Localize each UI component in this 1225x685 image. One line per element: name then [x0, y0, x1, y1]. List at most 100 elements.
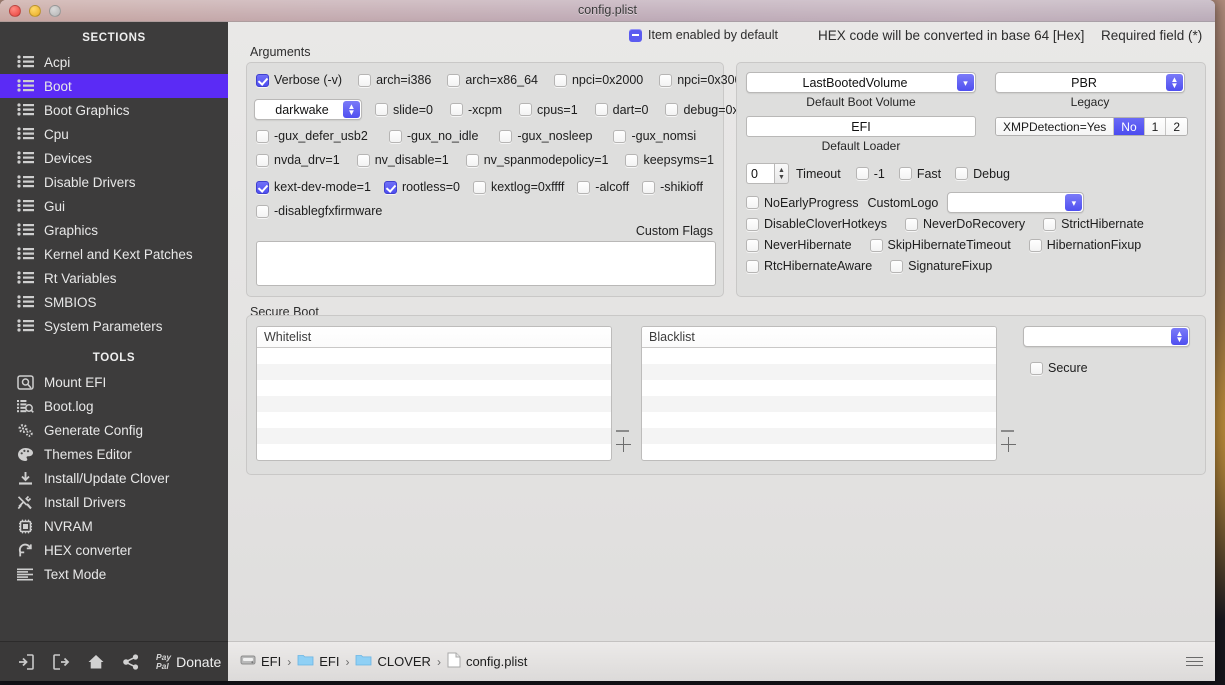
sidebar-item-graphics[interactable]: Graphics — [0, 218, 228, 242]
blacklist-table[interactable]: Blacklist — [641, 326, 997, 461]
checkbox--1[interactable]: -1 — [855, 167, 885, 181]
checkbox-dart-0[interactable]: dart=0 — [594, 103, 648, 117]
checkbox-box[interactable] — [358, 73, 372, 87]
import-icon[interactable] — [8, 647, 43, 677]
checkbox-rtchibernateaware[interactable]: RtcHibernateAware — [746, 259, 872, 273]
checkbox-stricthibernate[interactable]: StrictHibernate — [1043, 217, 1144, 231]
legacy-select[interactable]: PBR ▲ ▼ — [995, 72, 1185, 93]
table-row[interactable] — [257, 348, 611, 364]
sidebar-tool-themes-editor[interactable]: Themes Editor — [0, 442, 228, 466]
checkbox-box[interactable] — [855, 167, 869, 180]
xmp-option-2[interactable]: 2 — [1166, 118, 1188, 135]
breadcrumb-item-efi[interactable]: EFI — [297, 653, 339, 670]
checkbox--disablegfxfirmware[interactable]: -disablegfxfirmware — [256, 204, 382, 218]
sidebar-tool-nvram[interactable]: NVRAM — [0, 514, 228, 538]
table-row[interactable] — [642, 412, 996, 428]
table-row[interactable] — [257, 428, 611, 444]
checkbox-box[interactable] — [625, 153, 639, 167]
checkbox-hibernationfixup[interactable]: HibernationFixup — [1028, 238, 1141, 252]
checkbox--shikioff[interactable]: -shikioff — [642, 180, 703, 194]
table-row[interactable] — [257, 364, 611, 380]
checkbox-box[interactable] — [890, 259, 904, 273]
checkbox-box[interactable] — [1043, 217, 1057, 231]
checkbox-box[interactable] — [256, 180, 269, 194]
checkbox-box[interactable] — [499, 129, 513, 143]
checkbox-box[interactable] — [388, 129, 402, 143]
sidebar-item-system-parameters[interactable]: System Parameters — [0, 314, 228, 338]
checkbox--xcpm[interactable]: -xcpm — [449, 103, 502, 117]
table-row[interactable] — [257, 444, 611, 460]
checkbox-signaturefixup[interactable]: SignatureFixup — [890, 259, 992, 273]
timeout-stepper[interactable]: 0 ▲ ▼ — [746, 163, 789, 184]
default-loader-input[interactable]: EFI — [746, 116, 976, 137]
checkbox-box[interactable] — [898, 167, 912, 180]
checkbox-box[interactable] — [746, 196, 759, 209]
timeout-input[interactable]: 0 — [746, 163, 774, 184]
donate-button[interactable]: Pay Pal Donate — [156, 653, 221, 670]
checkbox-nv-disable-1[interactable]: nv_disable=1 — [356, 153, 449, 167]
chevron-updown-icon[interactable]: ▲ ▼ — [1171, 328, 1188, 345]
checkbox-cpus-1[interactable]: cpus=1 — [519, 103, 578, 117]
home-icon[interactable] — [78, 647, 113, 677]
custom-logo-select[interactable]: ▾ — [947, 192, 1085, 213]
checkbox-box[interactable] — [869, 238, 883, 252]
sidebar-item-gui[interactable]: Gui — [0, 194, 228, 218]
sidebar-item-devices[interactable]: Devices — [0, 146, 228, 170]
table-row[interactable] — [642, 444, 996, 460]
checkbox-box[interactable] — [1028, 238, 1042, 252]
remove-icon[interactable] — [1001, 430, 1014, 432]
checkbox-noearlyprogress[interactable]: NoEarlyProgress — [746, 196, 858, 210]
checkbox-box[interactable] — [594, 103, 608, 116]
xmp-option-xmpdetection-yes[interactable]: XMPDetection=Yes — [996, 118, 1115, 135]
checkbox-box[interactable] — [375, 103, 388, 116]
whitelist-table[interactable]: Whitelist — [256, 326, 612, 461]
sidebar-tool-boot-log[interactable]: Boot.log — [0, 394, 228, 418]
checkbox-box[interactable] — [256, 204, 269, 218]
checkbox-box[interactable] — [256, 153, 269, 167]
checkbox-box[interactable] — [746, 217, 759, 231]
checkbox-box[interactable] — [665, 103, 679, 116]
sidebar-tool-mount-efi[interactable]: Mount EFI — [0, 370, 228, 394]
breadcrumb-item-config-plist[interactable]: config.plist — [447, 652, 527, 671]
breadcrumb-item-efi[interactable]: EFI — [240, 653, 281, 670]
checkbox-kextlog-0xffff[interactable]: kextlog=0xffff — [472, 180, 564, 194]
checkbox-debug[interactable]: Debug — [955, 167, 1010, 181]
sidebar-tool-install-update-clover[interactable]: Install/Update Clover — [0, 466, 228, 490]
sidebar-tool-text-mode[interactable]: Text Mode — [0, 562, 228, 586]
sidebar-item-boot-graphics[interactable]: Boot Graphics — [0, 98, 228, 122]
blacklist-add-remove[interactable] — [1001, 430, 1016, 452]
chevron-down-icon[interactable]: ▾ — [957, 74, 974, 91]
checkbox-kext-dev-mode-1[interactable]: kext-dev-mode=1 — [256, 180, 371, 194]
checkbox--alcoff[interactable]: -alcoff — [577, 180, 629, 194]
menu-hamburger-icon[interactable] — [1186, 656, 1203, 667]
sidebar-item-rt-variables[interactable]: Rt Variables — [0, 266, 228, 290]
add-icon[interactable] — [1001, 436, 1016, 452]
checkbox-box[interactable] — [356, 153, 370, 167]
checkbox-keepsyms-1[interactable]: keepsyms=1 — [625, 153, 714, 167]
table-row[interactable] — [257, 380, 611, 396]
xmp-detection-segmented[interactable]: XMPDetection=Yes No 1 2 — [995, 117, 1189, 136]
table-row[interactable] — [642, 348, 996, 364]
checkbox-box[interactable] — [955, 167, 969, 180]
whitelist-add-remove[interactable] — [616, 430, 631, 452]
checkbox-box[interactable] — [746, 238, 759, 252]
sidebar-item-cpu[interactable]: Cpu — [0, 122, 228, 146]
checkbox-box[interactable] — [613, 129, 627, 143]
stepper-arrows-icon[interactable]: ▲ ▼ — [774, 163, 789, 184]
sidebar-item-disable-drivers[interactable]: Disable Drivers — [0, 170, 228, 194]
sidebar-item-smbios[interactable]: SMBIOS — [0, 290, 228, 314]
checkbox-verbose-v-[interactable]: Verbose (-v) — [256, 73, 342, 87]
checkbox-secure[interactable]: Secure — [1030, 361, 1088, 375]
secure-policy-select[interactable]: ▲ ▼ — [1023, 326, 1190, 347]
checkbox-box[interactable] — [1030, 361, 1043, 375]
table-row[interactable] — [257, 412, 611, 428]
checkbox-box[interactable] — [472, 180, 486, 194]
checkbox-slide-0[interactable]: slide=0 — [375, 103, 433, 117]
checkbox-arch-i386[interactable]: arch=i386 — [358, 73, 431, 87]
checkbox-neverhibernate[interactable]: NeverHibernate — [746, 238, 852, 252]
darkwake-select[interactable]: darkwake ▲ ▼ — [254, 99, 362, 120]
checkbox-nv-spanmodepolicy-1[interactable]: nv_spanmodepolicy=1 — [465, 153, 608, 167]
checkbox-arch-x86-64[interactable]: arch=x86_64 — [447, 73, 538, 87]
table-row[interactable] — [642, 396, 996, 412]
table-row[interactable] — [642, 428, 996, 444]
